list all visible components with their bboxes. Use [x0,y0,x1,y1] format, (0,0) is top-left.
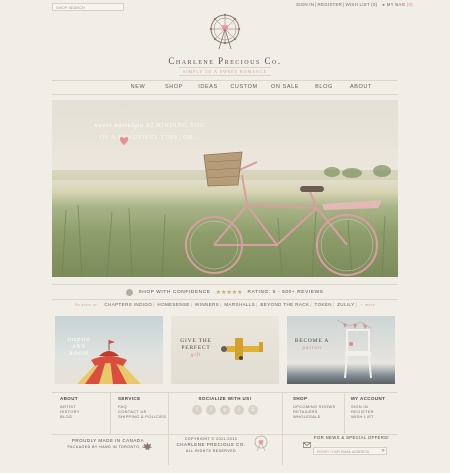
vintage-chair-image [336,319,372,379]
hero-tagline: sweet nostalgia REMINDING YOU OF A BEAUT… [94,123,206,141]
my-bag-link[interactable]: MY BAG [387,2,406,7]
footer-account: MY ACCOUNT SIGN IN REGISTER WISH LIST [351,396,386,419]
tile-give-the-perfect-gift[interactable]: GIVE THE PERFECT gift [171,316,279,384]
footer-divider [282,435,283,465]
nav-on-sale[interactable]: ON SALE [263,84,307,90]
confidence-label: SHOP WITH CONFIDENCE [138,289,211,295]
main-nav: NEW SHOP IDEAS CUSTOM ON SALE BLOG ABOUT [52,84,398,90]
facebook-icon[interactable]: f [192,405,202,415]
footer-link[interactable]: WHOLESALE [293,414,335,419]
wish-list-link[interactable]: WISH LIST (0) [346,2,378,7]
nav-about[interactable]: ABOUT [341,84,381,90]
shop-confidence-bar: SHOP WITH CONFIDENCE ★★★★★ RATING: 5 - 5… [52,284,398,300]
etsy-icon[interactable]: E [248,405,258,415]
nav-top-divider [52,80,398,81]
ferris-wheel-logo-icon[interactable] [205,11,245,51]
bag-icon[interactable]: ▸ [383,2,385,7]
circus-tent-image [77,340,141,384]
top-links: SIGN IN|REGISTER|WISH LIST (0) ▸ MY BAG … [296,2,413,7]
press-item: TOKEN [314,302,332,307]
newsletter-email-input[interactable]: ENTER YOUR EMAIL ADDRESS [313,447,387,455]
register-link[interactable]: REGISTER [318,2,343,7]
footer-divider [110,392,111,435]
newsletter-label: FOR NEWS & SPECIAL OFFERS! [314,435,389,440]
rating-stars: ★★★★★ [215,289,243,296]
ferris-wheel-small-icon [252,434,270,457]
search-input[interactable]: SHOP SEARCH [52,3,124,11]
heart-icon [119,132,129,150]
footer-divider [168,435,169,465]
press-more[interactable]: + more [360,302,376,307]
footer-service: SERVICE FAQ CONTACT US SHIPPING & POLICI… [118,396,167,419]
maple-leaf-icon [143,438,152,456]
brand-tagline: SIMPLY TO A SWEET ROMANCE [0,67,450,76]
nav-custom[interactable]: CUSTOM [225,84,263,90]
bag-count: (0) [406,2,413,7]
tile-become-a-patron[interactable]: BECOME A patron [287,316,395,384]
nav-bottom-divider [52,94,398,95]
newsletter-submit-icon[interactable]: » [379,447,387,455]
nav-new[interactable]: NEW [119,84,157,90]
mail-icon [303,435,311,453]
nav-blog[interactable]: BLOG [307,84,341,90]
footer-shop: SHOP UPCOMING SHOWS RETAILERS WHOLESALE [293,396,336,419]
press-item: MARSHALLS [224,302,256,307]
press-lead: As seen in: [74,302,99,307]
press-item: ZULILY [337,302,355,307]
badge-icon [126,288,134,296]
brand-name[interactable]: Charlene Precious Co. [0,56,450,66]
press-item: WINNERS [195,302,220,307]
footer-social: SOCIALIZE WITH US! f t p i E [180,396,270,415]
rating-text[interactable]: RATING: 5 - 500+ REVIEWS [248,290,324,295]
press-item: CHAPTERS INDIGO [104,302,153,307]
press-item: BEYOND THE RACK [260,302,310,307]
footer-divider [168,392,169,435]
instagram-icon[interactable]: i [234,405,244,415]
footer-link[interactable]: SHIPPING & POLICIES [118,414,166,419]
pinterest-icon[interactable]: p [220,405,230,415]
footer-divider [344,392,345,435]
nav-ideas[interactable]: IDEAS [191,84,225,90]
tile-inspire-any-room[interactable]: inspire ANY ROOM [55,316,163,384]
footer-top-divider [52,392,398,393]
press-item: HOMESENSE [157,302,190,307]
copyright: COPYRIGHT © 2011-2013 CHARLENE PRECIOUS … [176,437,246,453]
footer-link[interactable]: WISH LIST [351,414,385,419]
footer-about: ABOUT ARTIST HISTORY BLOG [60,396,80,419]
footer-divider [282,392,283,435]
sign-in-link[interactable]: SIGN IN [296,2,314,7]
press-bar: As seen in: CHAPTERS INDIGO| HOMESENSE| … [74,302,376,307]
nav-shop[interactable]: SHOP [157,84,191,90]
twitter-icon[interactable]: t [206,405,216,415]
toy-airplane-image [221,338,263,360]
footer-link[interactable]: BLOG [60,414,80,419]
